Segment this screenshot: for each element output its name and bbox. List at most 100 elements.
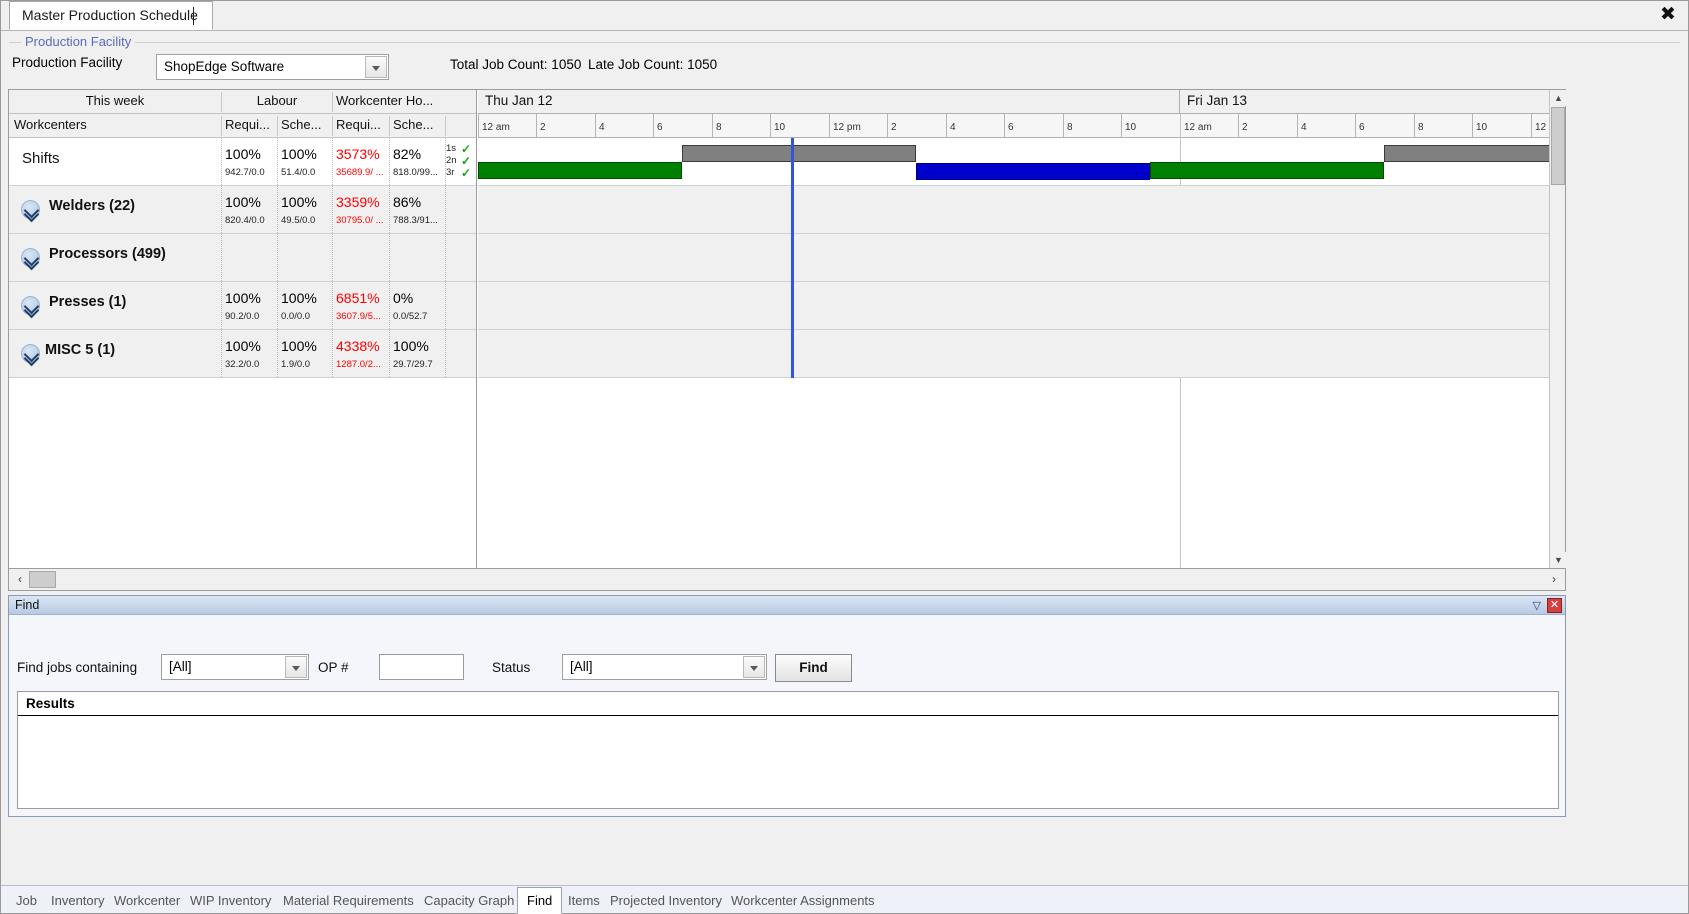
table-row[interactable]: Welders (22) 100% 820.4/0.0 100% 49.5/0.… <box>9 186 476 234</box>
title-bar: Master Production Schedule ✖ <box>1 1 1688 31</box>
scroll-left-icon[interactable]: ‹ <box>12 571 28 588</box>
op-number-input[interactable] <box>379 654 464 680</box>
header-this-week[interactable]: This week <box>9 90 221 113</box>
table-row[interactable]: Shifts 100% 942.7/0.0 100% 51.4/0.0 3573… <box>9 138 476 186</box>
expand-collapse-icon[interactable] <box>21 296 40 315</box>
tab-workcenter-assignments[interactable]: Workcenter Assignments <box>722 889 884 913</box>
find-panel-body: Find jobs containing [All] OP # Status [… <box>9 615 1565 818</box>
gantt-row-divider <box>478 377 1549 378</box>
bottom-tab-strip: Job Inventory Workcenter WIP Inventory M… <box>1 885 1688 914</box>
schedule-main-area: This week Labour Workcenter Ho... Workce… <box>8 89 1566 569</box>
status-select[interactable]: [All] <box>562 654 767 680</box>
shift-label: 3r <box>446 167 455 178</box>
scroll-down-icon[interactable]: ▼ <box>1550 552 1566 568</box>
document-tab-master-production-schedule[interactable]: Master Production Schedule <box>9 1 213 30</box>
cell-wc-scheduled-sub: 788.3/91... <box>393 215 438 226</box>
gantt-tick: 4 <box>595 114 605 138</box>
gantt-chart[interactable]: Thu Jan 12 Fri Jan 13 12 am 2 4 6 8 10 1… <box>478 90 1549 568</box>
cell-wc-required-sub: 35689.9/ ... <box>336 167 384 178</box>
cell-labour-scheduled: 100% <box>281 290 317 306</box>
vertical-scrollbar[interactable]: ▲ ▼ <box>1549 90 1566 568</box>
header-workcenters[interactable]: Workcenters <box>14 114 214 137</box>
gantt-tick: 12 am <box>478 114 510 138</box>
tab-job[interactable]: Job <box>7 889 46 913</box>
chevron-down-icon[interactable] <box>743 656 765 678</box>
header-labour[interactable]: Labour <box>222 90 332 113</box>
tab-projected-inventory[interactable]: Projected Inventory <box>601 889 731 913</box>
row-label: Processors (499) <box>49 246 166 262</box>
cell-wc-required: 4338% <box>336 338 380 354</box>
tab-wip-inventory[interactable]: WIP Inventory <box>181 889 280 913</box>
header-labour-required[interactable]: Requi... <box>225 114 277 137</box>
gantt-bar-shift3[interactable] <box>1150 162 1384 179</box>
cell-wc-scheduled-sub: 818.0/99... <box>393 167 438 178</box>
table-row[interactable]: Processors (499) <box>9 234 476 282</box>
text-caret <box>193 7 194 25</box>
scroll-down-glyph: ▼ <box>1554 555 1563 565</box>
shift-indicator-group: 1s ✓ 2n ✓ 3r ✓ <box>446 142 476 180</box>
header-wc-scheduled[interactable]: Sche... <box>393 114 445 137</box>
gantt-row-band <box>478 234 1549 282</box>
tab-inventory[interactable]: Inventory <box>42 889 113 913</box>
header-labour-scheduled[interactable]: Sche... <box>281 114 333 137</box>
find-jobs-value: [All] <box>169 659 192 674</box>
shift-label: 1s <box>446 143 457 154</box>
gantt-tick: 12 pm <box>1531 114 1549 138</box>
tab-find[interactable]: Find <box>517 887 563 914</box>
gantt-bar-shift1[interactable] <box>682 145 916 162</box>
expand-collapse-icon[interactable] <box>21 200 40 219</box>
gantt-row-band <box>478 330 1549 378</box>
cell-labour-scheduled-sub: 51.4/0.0 <box>281 167 316 178</box>
table-row[interactable]: MISC 5 (1) 100% 32.2/0.0 100% 1.9/0.0 43… <box>9 330 476 378</box>
production-facility-select[interactable]: ShopEdge Software <box>156 54 389 80</box>
row-label: Shifts <box>22 150 60 167</box>
cell-labour-required: 100% <box>225 194 261 210</box>
horizontal-scrollbar[interactable]: ‹ › <box>8 569 1566 591</box>
production-facility-value: ShopEdge Software <box>164 59 285 74</box>
cell-wc-required-sub: 30795.0/ ... <box>336 215 384 226</box>
gantt-bar-shift1[interactable] <box>1384 145 1549 162</box>
cell-wc-scheduled: 100% <box>393 338 429 354</box>
tab-material-requirements[interactable]: Material Requirements <box>274 889 423 913</box>
row-label: MISC 5 (1) <box>45 342 116 358</box>
gantt-row-divider <box>478 233 1549 234</box>
group-legend: Production Facility <box>21 34 136 49</box>
gantt-tick: 2 <box>887 114 897 138</box>
vertical-scroll-thumb[interactable] <box>1551 107 1565 185</box>
results-divider <box>18 715 1558 716</box>
gantt-tick: 6 <box>653 114 663 138</box>
gantt-day-header-thu: Thu Jan 12 <box>478 90 1180 114</box>
gantt-bar-shift2[interactable] <box>916 163 1150 180</box>
expand-collapse-icon[interactable] <box>21 344 40 363</box>
expand-collapse-icon[interactable] <box>21 248 40 267</box>
find-button[interactable]: Find <box>775 654 852 682</box>
gantt-bar-shift3[interactable] <box>478 162 682 179</box>
cell-labour-scheduled: 100% <box>281 146 317 162</box>
header-wc-required[interactable]: Requi... <box>336 114 388 137</box>
cell-wc-required-sub: 1287.0/2... <box>336 359 381 370</box>
cell-wc-scheduled: 0% <box>393 290 414 306</box>
collapse-icon[interactable]: ▽ <box>1533 599 1541 612</box>
cell-wc-scheduled: 82% <box>393 146 422 162</box>
cell-labour-required-sub: 90.2/0.0 <box>225 311 260 322</box>
scroll-right-icon[interactable]: › <box>1546 571 1562 588</box>
cell-wc-scheduled-sub: 29.7/29.7 <box>393 359 433 370</box>
cell-labour-required: 100% <box>225 146 261 162</box>
cell-labour-scheduled-sub: 0.0/0.0 <box>281 311 311 322</box>
table-row[interactable]: Presses (1) 100% 90.2/0.0 100% 0.0/0.0 6… <box>9 282 476 330</box>
tab-workcenter[interactable]: Workcenter <box>105 889 189 913</box>
tab-capacity-graph[interactable]: Capacity Graph <box>415 889 523 913</box>
gantt-tick: 4 <box>946 114 956 138</box>
horizontal-scroll-thumb[interactable] <box>29 571 56 588</box>
close-icon[interactable]: ✖ <box>1657 4 1679 26</box>
chevron-down-icon[interactable] <box>365 56 387 78</box>
header-workcenter-hours[interactable]: Workcenter Ho... <box>336 90 476 113</box>
close-icon[interactable]: ✕ <box>1547 598 1562 613</box>
find-jobs-select[interactable]: [All] <box>161 654 309 680</box>
chevron-down-icon[interactable] <box>285 656 307 678</box>
find-results-area[interactable]: Results <box>17 691 1559 809</box>
row-label: Presses (1) <box>49 294 127 310</box>
scroll-up-icon[interactable]: ▲ <box>1550 90 1566 106</box>
check-icon: ✓ <box>461 166 472 180</box>
gantt-tick: 6 <box>1355 114 1365 138</box>
